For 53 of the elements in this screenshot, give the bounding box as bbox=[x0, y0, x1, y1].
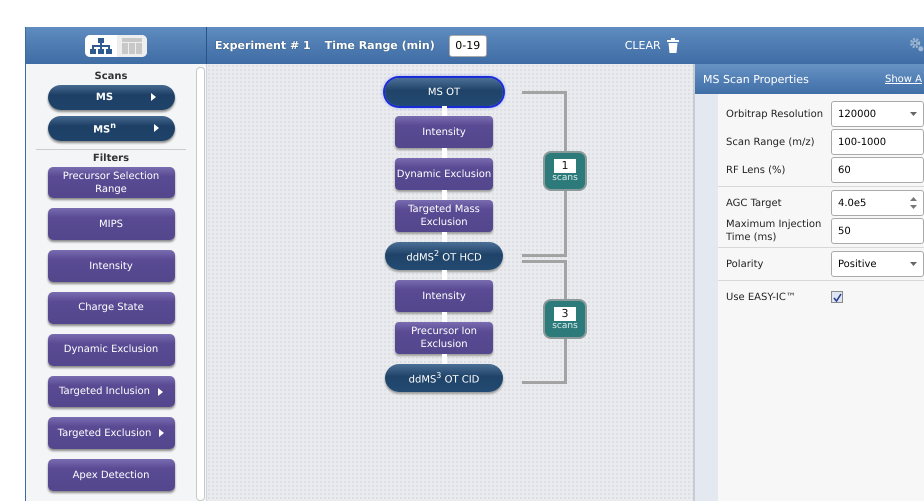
filter-button[interactable]: Precursor Selection Range bbox=[48, 166, 174, 198]
field-label: Scan Range (m/z) bbox=[726, 136, 816, 148]
field-label: AGC Target bbox=[726, 196, 783, 210]
filter-button[interactable]: Dynamic Exclusion bbox=[48, 334, 174, 366]
scan-count: 3 bbox=[554, 306, 576, 320]
filter-button[interactable]: MIPS bbox=[48, 208, 174, 240]
experiment-title: Experiment # 1 bbox=[215, 39, 311, 52]
field-label: Maximum Injection Time (ms) bbox=[726, 218, 822, 244]
filter-node[interactable]: Precursor Ion Exclusion bbox=[395, 322, 493, 354]
check-icon bbox=[832, 292, 842, 302]
input-field[interactable]: 50 bbox=[831, 218, 924, 244]
scan-node[interactable]: MS OT bbox=[385, 78, 503, 106]
panel-title: MS Scan Properties bbox=[703, 72, 809, 86]
show-all-link[interactable]: Show A bbox=[884, 74, 922, 84]
spin-field[interactable]: 4.0e5 bbox=[831, 190, 924, 216]
filter-node[interactable]: Intensity bbox=[395, 280, 493, 312]
checkbox[interactable] bbox=[831, 291, 843, 303]
clear-button[interactable]: CLEAR bbox=[624, 38, 679, 53]
filter-node[interactable]: Targeted Mass Exclusion bbox=[395, 200, 493, 232]
time-range-field[interactable]: 0-19 bbox=[448, 34, 487, 56]
input-field[interactable]: 60 bbox=[831, 157, 924, 183]
scan-button[interactable]: MS$^{n}$ bbox=[48, 116, 174, 141]
filter-button[interactable]: Targeted Exclusion bbox=[48, 417, 174, 450]
section-heading: Filters bbox=[92, 152, 130, 164]
input-field[interactable]: 100-1000 bbox=[831, 129, 924, 155]
scan-node[interactable]: ddMS$^{2}$ OT HCD bbox=[385, 242, 503, 270]
field-label: Use EASY-IC™ bbox=[726, 290, 797, 304]
trash-icon bbox=[666, 38, 679, 53]
filter-button[interactable]: Charge State bbox=[48, 292, 174, 324]
spin-arrows-icon bbox=[910, 195, 917, 211]
dropdown[interactable]: 120000 bbox=[831, 101, 924, 127]
dropdown-arrow-icon bbox=[910, 112, 917, 116]
scan-node[interactable]: ddMS$^{3}$ OT CID bbox=[385, 364, 503, 392]
table-icon bbox=[122, 38, 142, 54]
filter-button[interactable]: Targeted Inclusion bbox=[48, 376, 174, 408]
scans-label: scans bbox=[552, 320, 578, 332]
scrollbar[interactable] bbox=[196, 67, 205, 501]
scans-label: scans bbox=[552, 172, 578, 184]
section-heading: Scans bbox=[94, 71, 128, 82]
field-label: Orbitrap Resolution bbox=[726, 108, 824, 120]
dropdown-arrow-icon bbox=[910, 262, 917, 266]
scan-count: 1 bbox=[554, 158, 576, 172]
time-range-label: Time Range (min) bbox=[324, 39, 435, 52]
field-label: RF Lens (%) bbox=[726, 164, 786, 176]
filter-button[interactable]: Apex Detection bbox=[48, 459, 174, 492]
filter-button[interactable]: Intensity bbox=[48, 250, 174, 282]
filter-node[interactable]: Intensity bbox=[395, 116, 493, 148]
field-label: Polarity bbox=[726, 258, 764, 270]
dropdown[interactable]: Positive bbox=[831, 251, 924, 277]
hierarchy-icon bbox=[90, 38, 112, 54]
scan-button[interactable]: MS bbox=[48, 85, 174, 110]
table-view-tab[interactable] bbox=[117, 34, 147, 56]
filter-node[interactable]: Dynamic Exclusion bbox=[395, 158, 493, 190]
